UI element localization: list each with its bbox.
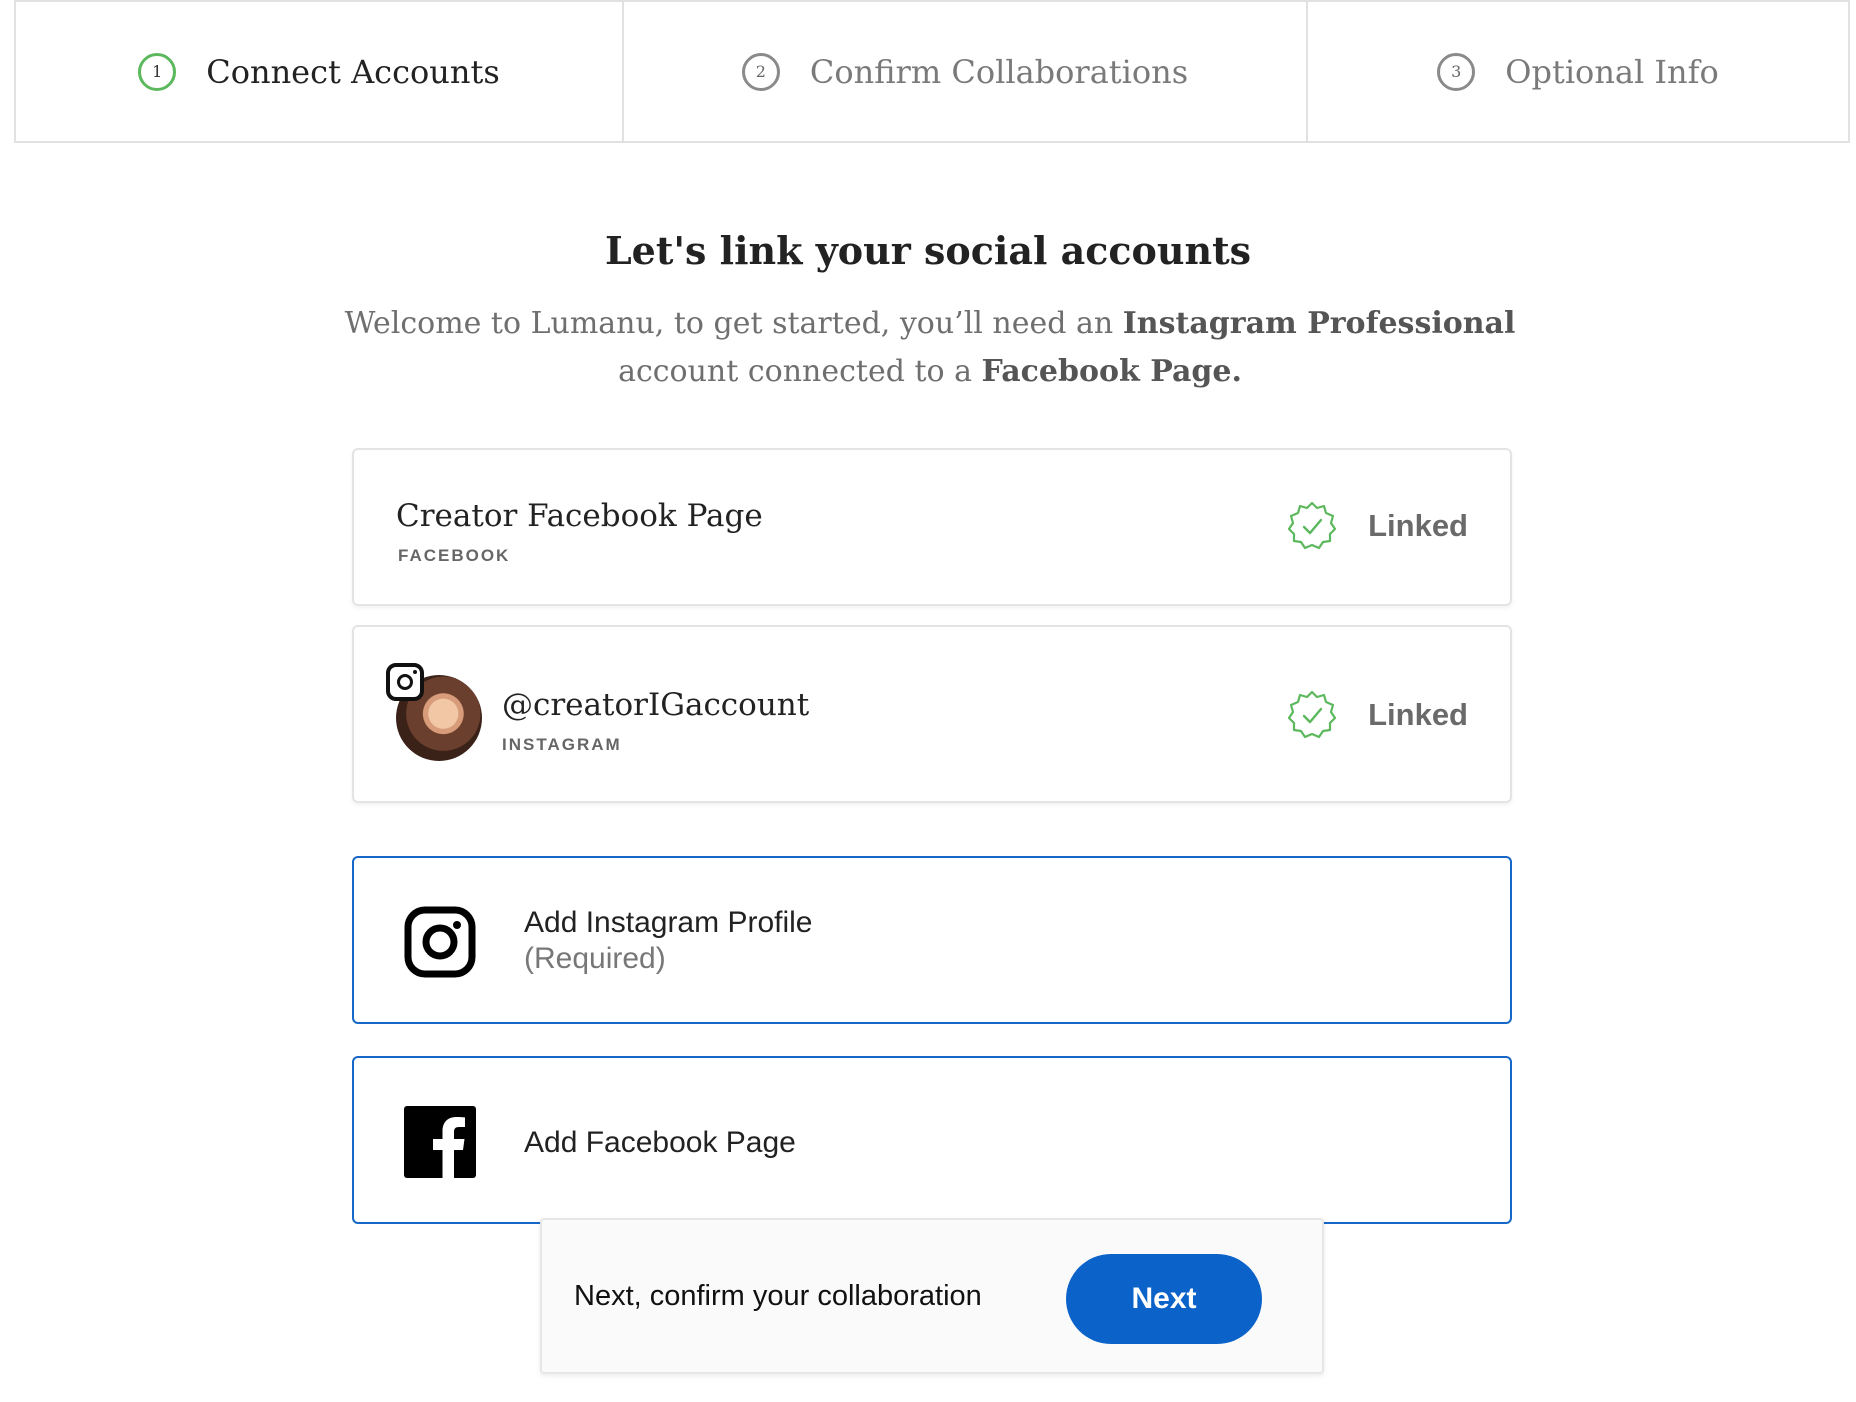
check-badge-icon [1287, 690, 1337, 739]
add-facebook-label: Add Facebook Page [524, 1126, 796, 1159]
page-subtitle: Welcome to Lumanu, to get started, you’l… [330, 300, 1530, 396]
step-label: Optional Info [1505, 52, 1719, 91]
subtitle-bold-instagram: Instagram Professional [1122, 306, 1516, 341]
linked-instagram-card: @creatorIGaccount INSTAGRAM Linked [352, 625, 1512, 803]
required-hint: (Required) [524, 942, 666, 975]
add-instagram-profile-button[interactable]: Add Instagram Profile (Required) [352, 856, 1512, 1024]
linked-status: Linked [1286, 500, 1468, 552]
add-facebook-page-button[interactable]: Add Facebook Page [352, 1056, 1512, 1224]
linked-label: Linked [1368, 508, 1468, 543]
step-label: Connect Accounts [206, 52, 500, 91]
linked-facebook-card: Creator Facebook Page FACEBOOK Linked [352, 448, 1512, 606]
step-number-badge: 3 [1437, 52, 1476, 91]
next-button[interactable]: Next [1066, 1254, 1262, 1344]
check-badge-icon [1287, 501, 1337, 550]
facebook-icon [404, 1106, 476, 1178]
account-platform: FACEBOOK [398, 546, 511, 565]
account-name: Creator Facebook Page [396, 498, 763, 534]
step-number-badge: 1 [138, 52, 177, 91]
next-step-bar: Next, confirm your collaboration Next [540, 1218, 1324, 1374]
subtitle-text: account connected to a [618, 354, 982, 389]
add-instagram-label: Add Instagram Profile [524, 906, 813, 939]
page-title: Let's link your social accounts [604, 228, 1252, 273]
linked-status: Linked [1286, 689, 1468, 741]
step-optional-info[interactable]: 3 Optional Info [1308, 2, 1848, 141]
instagram-badge-icon [386, 663, 424, 701]
account-platform: INSTAGRAM [502, 735, 622, 754]
instagram-icon [404, 906, 476, 978]
subtitle-bold-facebook: Facebook Page. [981, 354, 1242, 389]
linked-label: Linked [1368, 697, 1468, 732]
step-connect-accounts[interactable]: 1 Connect Accounts [16, 2, 624, 141]
subtitle-text: Welcome to Lumanu, to get started, you’l… [344, 306, 1123, 341]
progress-stepper: 1 Connect Accounts 2 Confirm Collaborati… [14, 0, 1850, 143]
account-name: @creatorIGaccount [502, 687, 810, 723]
step-confirm-collaborations[interactable]: 2 Confirm Collaborations [624, 2, 1308, 141]
next-step-text: Next, confirm your collaboration [574, 1280, 982, 1312]
step-number-badge: 2 [741, 52, 780, 91]
step-label: Confirm Collaborations [809, 52, 1189, 91]
